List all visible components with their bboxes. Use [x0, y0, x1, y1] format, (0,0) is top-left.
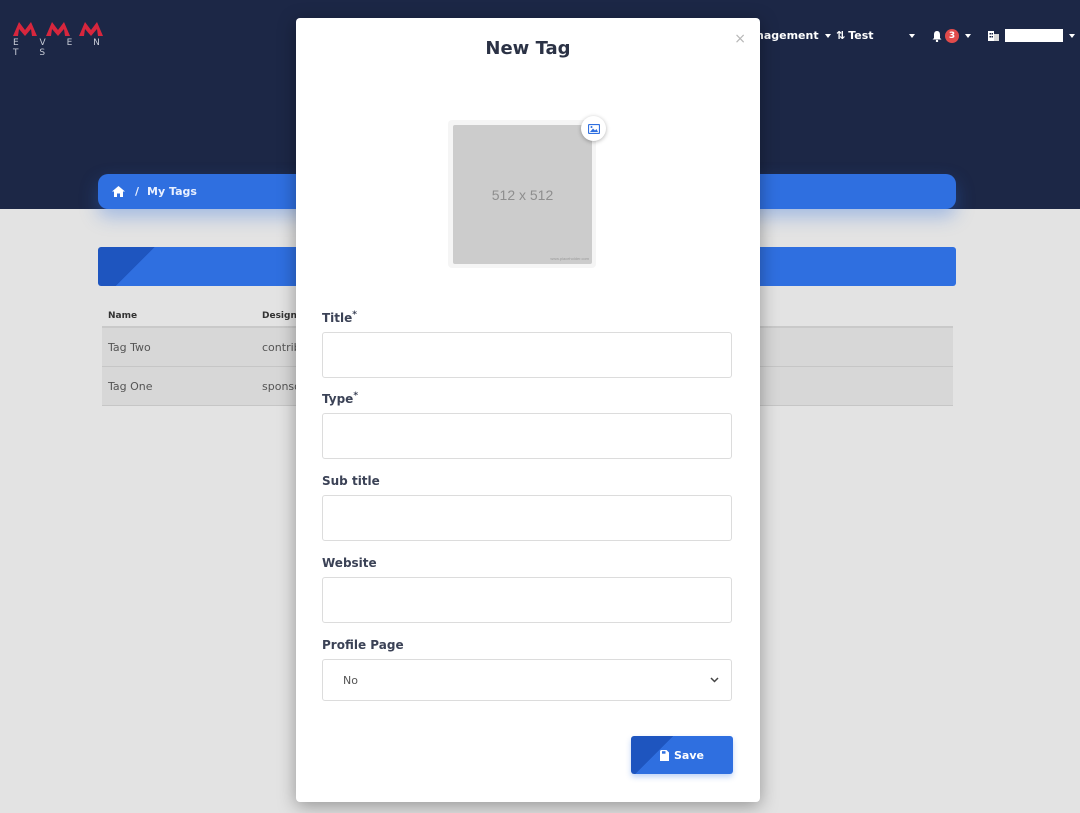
type-label-text: Type — [322, 392, 354, 406]
save-button-label: Save — [674, 748, 704, 762]
chevron-down-icon — [710, 677, 719, 683]
new-tag-modal: New Tag × 512 x 512 www.placeholder.com … — [296, 18, 760, 802]
image-placeholder-caption: www.placeholder.com — [550, 256, 589, 261]
type-input[interactable] — [322, 413, 732, 459]
subtitle-label: Sub title — [322, 474, 380, 488]
profile-page-label: Profile Page — [322, 638, 404, 652]
save-button[interactable]: Save — [631, 736, 733, 774]
subtitle-input[interactable] — [322, 495, 732, 541]
title-input[interactable] — [322, 332, 732, 378]
close-button[interactable]: × — [734, 31, 746, 47]
image-placeholder-text: 512 x 512 — [491, 186, 554, 203]
title-label: Title* — [322, 310, 357, 325]
required-mark: * — [352, 310, 358, 320]
save-icon — [660, 749, 669, 761]
modal-title: New Tag — [485, 38, 571, 59]
required-mark: * — [353, 391, 359, 401]
change-image-button[interactable] — [581, 116, 606, 141]
type-label: Type* — [322, 391, 358, 406]
profile-page-select[interactable]: No — [322, 659, 732, 701]
profile-page-selected: No — [343, 673, 358, 687]
website-input[interactable] — [322, 577, 732, 623]
title-label-text: Title — [322, 311, 353, 325]
image-placeholder: 512 x 512 www.placeholder.com — [453, 125, 592, 264]
tag-image-preview: 512 x 512 www.placeholder.com — [448, 120, 596, 268]
image-icon — [587, 123, 600, 134]
website-label: Website — [322, 556, 377, 570]
